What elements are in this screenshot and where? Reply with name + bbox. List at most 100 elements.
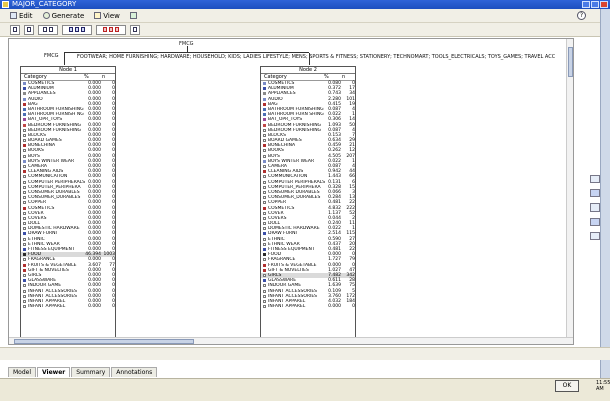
category-swatch bbox=[263, 159, 266, 163]
display-icons[interactable] bbox=[96, 24, 126, 35]
header-category: Category bbox=[264, 74, 287, 80]
category-swatch bbox=[263, 102, 266, 106]
edit-icon bbox=[10, 12, 17, 19]
vertical-scrollbar[interactable] bbox=[566, 39, 573, 344]
category-swatch bbox=[263, 273, 266, 277]
menu-extra[interactable] bbox=[129, 12, 137, 19]
category-swatch bbox=[263, 92, 266, 96]
category-swatch bbox=[263, 82, 266, 85]
side-toolbar bbox=[585, 40, 605, 241]
header-category: Category bbox=[24, 74, 47, 80]
category-swatch bbox=[23, 222, 26, 226]
menu-view[interactable]: View bbox=[94, 12, 120, 20]
tree-connector bbox=[64, 53, 65, 65]
row-count: 0 bbox=[352, 304, 355, 310]
category-swatch bbox=[23, 248, 26, 251]
category-swatch bbox=[23, 175, 26, 179]
header-n: n bbox=[102, 74, 106, 80]
help-button[interactable]: ? bbox=[577, 11, 586, 20]
category-swatch bbox=[263, 118, 266, 122]
category-swatch bbox=[263, 201, 266, 205]
category-swatch bbox=[263, 185, 266, 189]
document-icon[interactable] bbox=[24, 24, 34, 35]
category-swatch bbox=[23, 154, 26, 158]
tree-connector bbox=[309, 53, 310, 65]
menu-generate[interactable]: Generate bbox=[42, 12, 84, 20]
category-swatch bbox=[23, 190, 26, 194]
category-swatch bbox=[23, 253, 26, 257]
category-swatch bbox=[263, 253, 266, 257]
minimize-button[interactable] bbox=[582, 1, 590, 8]
split-left-label: FMCG bbox=[44, 53, 59, 59]
category-swatch bbox=[23, 87, 26, 91]
category-swatch bbox=[263, 211, 266, 215]
category-swatch bbox=[263, 170, 266, 174]
category-swatch bbox=[263, 222, 266, 226]
tree-node-2[interactable]: Node 2 Category % n COSMETICS 0.080 0 ALUMI… bbox=[260, 66, 356, 344]
tree-icon[interactable] bbox=[130, 24, 140, 35]
header-percent: % bbox=[84, 74, 89, 80]
category-swatch bbox=[23, 305, 26, 309]
scroll-thumb[interactable] bbox=[568, 47, 573, 77]
node-title: Node 1 bbox=[21, 67, 115, 74]
view-icon bbox=[94, 12, 102, 19]
close-button[interactable] bbox=[600, 1, 608, 8]
tool-icon[interactable] bbox=[590, 189, 600, 198]
zoom-icons[interactable] bbox=[38, 24, 58, 35]
bottom-bar bbox=[0, 378, 610, 401]
category-swatch bbox=[263, 232, 266, 236]
tab-viewer[interactable]: Viewer bbox=[37, 367, 71, 377]
category-swatch bbox=[263, 258, 266, 262]
category-swatch bbox=[23, 294, 26, 298]
header-n: n bbox=[342, 74, 346, 80]
tool-icon[interactable] bbox=[590, 217, 600, 226]
maximize-button[interactable] bbox=[591, 1, 599, 8]
category-swatch bbox=[263, 206, 266, 210]
page-icon[interactable] bbox=[10, 24, 20, 35]
category-swatch bbox=[23, 216, 26, 220]
node-header: Category % n bbox=[21, 74, 115, 81]
category-swatch bbox=[263, 87, 266, 91]
tree-node-1[interactable]: Node 1 Category % n COSMETICS 0.000 0 ALUMI… bbox=[20, 66, 116, 344]
window-title: MAJOR_CATEGORY bbox=[12, 0, 77, 8]
category-swatch bbox=[263, 196, 266, 200]
row-percent: 0.000 bbox=[88, 304, 101, 310]
tool-icon[interactable] bbox=[590, 203, 600, 212]
generate-icon bbox=[42, 12, 50, 19]
tab-annotations[interactable]: Annotations bbox=[111, 367, 158, 377]
tool-icon[interactable] bbox=[590, 231, 600, 241]
window-controls bbox=[582, 1, 608, 8]
tool-icon[interactable] bbox=[590, 175, 600, 184]
category-swatch bbox=[23, 159, 26, 163]
category-swatch bbox=[263, 123, 266, 127]
category-swatch bbox=[263, 242, 266, 246]
node-rows: COSMETICS 0.080 0 ALUMINIUM 0.372 17 APPLIANCE… bbox=[261, 81, 355, 309]
category-swatch bbox=[23, 242, 26, 246]
menu-edit[interactable]: Edit bbox=[10, 12, 33, 20]
category-swatch bbox=[23, 92, 26, 96]
category-swatch bbox=[263, 294, 266, 298]
row-percent: 0.000 bbox=[328, 304, 341, 310]
tab-summary[interactable]: Summary bbox=[71, 367, 111, 377]
table-row: INFANT APPAREL 0.000 0 bbox=[21, 304, 115, 309]
category-swatch bbox=[263, 227, 266, 231]
header-percent: % bbox=[324, 74, 329, 80]
ok-button[interactable]: OK bbox=[555, 380, 579, 392]
category-swatch bbox=[23, 82, 26, 85]
category-swatch bbox=[263, 144, 266, 148]
category-swatch bbox=[263, 190, 266, 194]
app-icon bbox=[2, 1, 9, 8]
category-swatch bbox=[23, 201, 26, 205]
row-count: 0 bbox=[112, 304, 115, 310]
horizontal-scrollbar[interactable] bbox=[9, 337, 573, 344]
menubar: Edit Generate View bbox=[0, 9, 610, 23]
category-swatch bbox=[263, 305, 266, 309]
category-swatch bbox=[23, 258, 26, 262]
category-swatch bbox=[263, 268, 266, 272]
category-swatch bbox=[23, 268, 26, 272]
category-swatch bbox=[263, 216, 266, 220]
scroll-thumb[interactable] bbox=[14, 339, 194, 344]
tab-model[interactable]: Model bbox=[8, 367, 37, 377]
category-swatch bbox=[23, 113, 26, 117]
layout-icons[interactable] bbox=[62, 24, 92, 35]
